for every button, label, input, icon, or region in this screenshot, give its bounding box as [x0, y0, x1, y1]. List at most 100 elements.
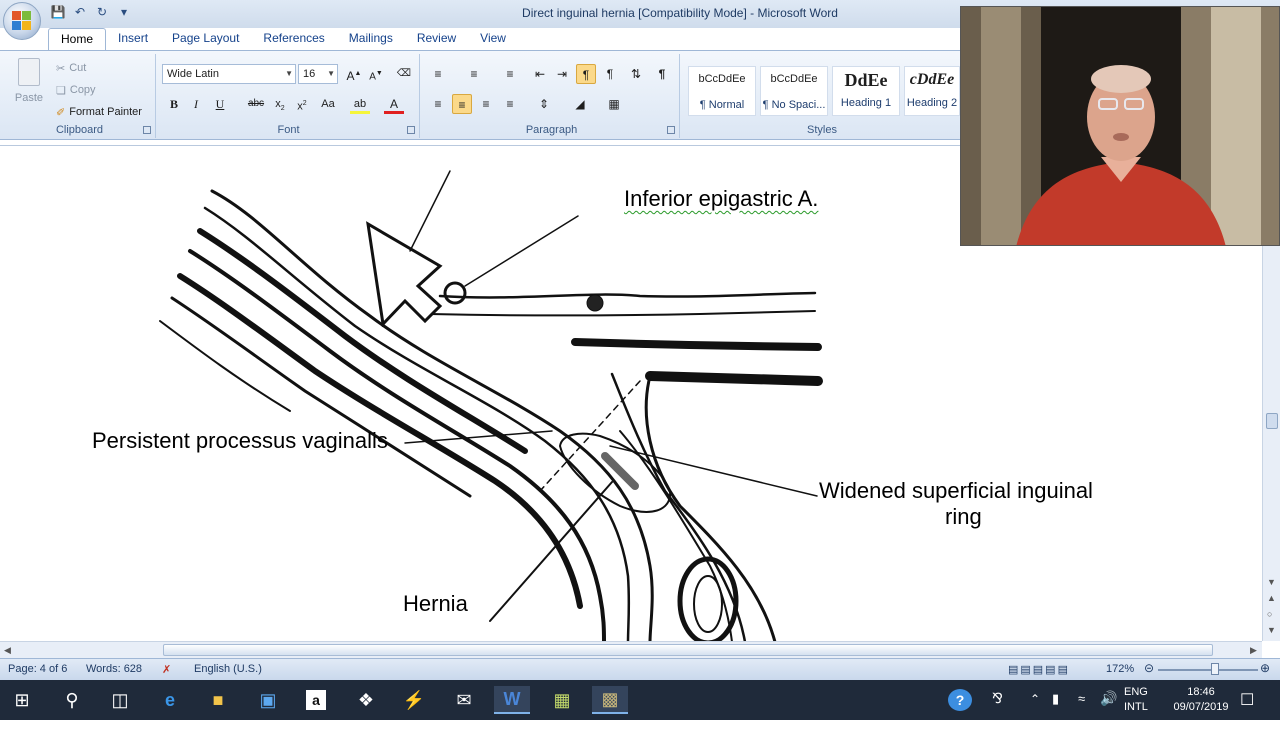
- select-browse-object-icon[interactable]: ○: [1267, 609, 1272, 619]
- style-heading-2[interactable]: cDdEe Heading 2: [904, 66, 960, 116]
- clear-formatting-button[interactable]: ⌫: [394, 64, 414, 84]
- subscript-button[interactable]: x2: [270, 94, 290, 114]
- save-icon[interactable]: 💾: [50, 4, 66, 20]
- volume-icon[interactable]: 🔊: [1100, 690, 1117, 730]
- zoom-level[interactable]: 172%: [1106, 663, 1134, 675]
- zoom-in-icon[interactable]: ⊕: [1260, 661, 1270, 675]
- scroll-left-arrow-icon[interactable]: ◀: [4, 645, 11, 656]
- superscript-button[interactable]: x2: [292, 94, 312, 114]
- font-launcher-icon[interactable]: [407, 126, 415, 134]
- sort-button[interactable]: ⇅: [626, 64, 646, 84]
- copy-button[interactable]: ❏ Copy: [56, 80, 96, 100]
- horizontal-scrollbar[interactable]: ◀ ▶: [0, 641, 1262, 658]
- grow-font-button[interactable]: A▲: [344, 64, 364, 84]
- cut-button[interactable]: ✂ Cut: [56, 58, 86, 78]
- tab-home[interactable]: Home: [48, 28, 107, 50]
- font-size-combo[interactable]: 16 ▼: [298, 64, 338, 84]
- task-view-icon[interactable]: ◫: [102, 686, 138, 714]
- font-name-combo[interactable]: Wide Latin ▼: [162, 64, 296, 84]
- edge-icon[interactable]: e: [152, 686, 188, 714]
- notifications-icon[interactable]: ☐: [1240, 690, 1254, 730]
- zoom-out-icon[interactable]: ⊝: [1144, 661, 1154, 675]
- app-bolt-icon[interactable]: ⚡: [396, 686, 432, 714]
- language-switcher[interactable]: ENG INTL: [1124, 685, 1148, 725]
- italic-button[interactable]: I: [186, 94, 206, 114]
- align-right-button[interactable]: ≡: [476, 94, 496, 114]
- multilevel-list-button[interactable]: ≡: [500, 64, 520, 84]
- wifi-icon[interactable]: ≈: [1078, 691, 1085, 731]
- style-no-spacing[interactable]: bCcDdEe ¶ No Spaci...: [760, 66, 828, 116]
- justify-button[interactable]: ≡: [500, 94, 520, 114]
- tab-page-layout[interactable]: Page Layout: [160, 28, 251, 50]
- customize-qat-icon[interactable]: ▾: [116, 4, 132, 20]
- increase-indent-button[interactable]: ⇥: [552, 64, 572, 84]
- scroll-down-arrow-icon[interactable]: ▼: [1267, 577, 1276, 587]
- decrease-indent-button[interactable]: ⇤: [530, 64, 550, 84]
- search-icon[interactable]: ⚲: [54, 686, 90, 714]
- style-normal[interactable]: bCcDdEe ¶ Normal: [688, 66, 756, 116]
- tab-references[interactable]: References: [251, 28, 336, 50]
- next-page-icon[interactable]: ▼: [1267, 625, 1276, 635]
- rtl-button[interactable]: ¶: [600, 64, 620, 84]
- paste-button[interactable]: Paste: [12, 58, 46, 104]
- language-indicator[interactable]: English (U.S.): [194, 663, 262, 675]
- help-icon[interactable]: ?: [948, 689, 972, 711]
- format-painter-button[interactable]: ✐ Format Painter: [56, 102, 142, 122]
- amazon-icon[interactable]: a: [298, 686, 334, 714]
- lang-bottom: INTL: [1124, 701, 1148, 713]
- strikethrough-button[interactable]: abc: [246, 94, 266, 114]
- align-left-button[interactable]: ≡: [428, 94, 448, 114]
- mail-icon[interactable]: ✉: [446, 686, 482, 714]
- dropbox-icon[interactable]: ❖: [348, 686, 384, 714]
- tab-view[interactable]: View: [468, 28, 518, 50]
- active-app-icon[interactable]: ▩: [592, 686, 628, 714]
- previous-page-icon[interactable]: ▲: [1267, 593, 1276, 603]
- style-heading-1[interactable]: DdEe Heading 1: [832, 66, 900, 116]
- word-count[interactable]: Words: 628: [86, 663, 142, 675]
- zoom-slider-knob[interactable]: [1211, 663, 1219, 675]
- tab-review[interactable]: Review: [405, 28, 468, 50]
- borders-button[interactable]: ▦: [604, 94, 624, 114]
- numbering-button[interactable]: ≡: [464, 64, 484, 84]
- page-count[interactable]: Page: 4 of 6: [8, 663, 67, 675]
- people-icon[interactable]: ⅋: [992, 690, 1003, 730]
- word-taskbar-icon[interactable]: W: [494, 686, 530, 714]
- redo-icon[interactable]: ↻: [94, 4, 110, 20]
- tab-mailings[interactable]: Mailings: [337, 28, 405, 50]
- bold-button[interactable]: B: [164, 94, 184, 114]
- show-formatting-button[interactable]: ¶: [652, 64, 672, 84]
- scroll-right-arrow-icon[interactable]: ▶: [1250, 645, 1257, 656]
- clock[interactable]: 18:46 09/07/2019: [1170, 685, 1232, 725]
- view-buttons[interactable]: ▤▤▤▤▤: [1008, 663, 1070, 676]
- store-icon[interactable]: ▣: [250, 686, 286, 714]
- line-spacing-button[interactable]: ⇕: [534, 94, 554, 114]
- shrink-font-button[interactable]: A▼: [366, 64, 386, 84]
- change-case-button[interactable]: Aa: [318, 94, 338, 114]
- vertical-scroll-thumb[interactable]: [1266, 413, 1278, 429]
- align-center-button[interactable]: ≡: [452, 94, 472, 114]
- office-button[interactable]: [3, 2, 41, 40]
- underline-button[interactable]: U: [210, 94, 230, 114]
- battery-icon[interactable]: ▮: [1052, 691, 1059, 731]
- proofing-icon[interactable]: ✗: [162, 663, 171, 676]
- show-hidden-icons-icon[interactable]: ⌃: [1030, 692, 1040, 732]
- clipboard-launcher-icon[interactable]: [143, 126, 151, 134]
- shading-button[interactable]: ◢: [570, 94, 590, 114]
- presenter-video: [961, 7, 1279, 245]
- highlight-button[interactable]: ab: [350, 94, 370, 114]
- ltr-button[interactable]: ¶: [576, 64, 596, 84]
- windows-start-icon[interactable]: ⊞: [4, 686, 40, 714]
- tab-insert[interactable]: Insert: [106, 28, 160, 50]
- paragraph-launcher-icon[interactable]: [667, 126, 675, 134]
- paragraph-group-label: Paragraph: [525, 124, 578, 136]
- file-explorer-icon[interactable]: ■: [200, 686, 236, 714]
- zoom-slider[interactable]: [1158, 669, 1258, 671]
- horizontal-scroll-thumb[interactable]: [163, 644, 1213, 656]
- spreadsheet-icon[interactable]: ▦: [544, 686, 580, 714]
- undo-icon[interactable]: ↶: [72, 4, 88, 20]
- paragraph-group: ≡ ≡ ≡ ⇤ ⇥ ¶ ¶ ⇅ ¶ ≡ ≡ ≡ ≡ ⇕ ◢ ▦ Paragrap…: [424, 54, 680, 138]
- font-color-button[interactable]: A: [384, 94, 404, 114]
- ribbon-tabs: Home Insert Page Layout References Maili…: [48, 28, 518, 50]
- bullets-button[interactable]: ≡: [428, 64, 448, 84]
- label-hernia: Hernia: [403, 591, 468, 616]
